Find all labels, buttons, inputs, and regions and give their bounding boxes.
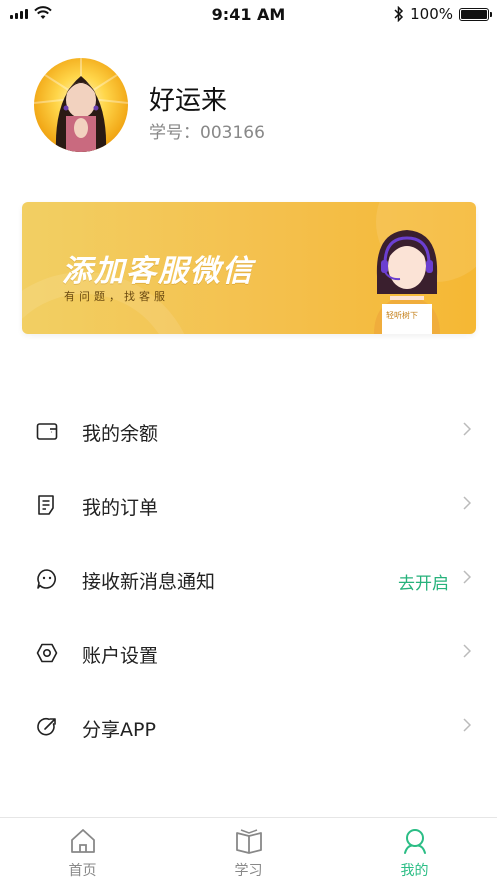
tab-study[interactable]: 学习 [166,818,331,884]
avatar-portrait [34,58,128,152]
settings-icon [36,642,58,664]
chevron-right-icon [463,718,471,732]
student-id: 学号：003166 [149,118,265,143]
student-id-value: 003166 [200,123,265,143]
menu-list: 我的余额 我的订单 接收新消息通知 去开启 账户设置 分享APP [0,394,497,764]
banner-sign-text: 轻听树下 [374,310,430,321]
banner-subtitle: 有问题，找客服 [64,288,169,304]
tab-home[interactable]: 首页 [0,818,165,884]
chevron-right-icon [463,496,471,510]
menu-label-notifications: 接收新消息通知 [82,567,215,594]
menu-item-notifications[interactable]: 接收新消息通知 去开启 [0,542,497,616]
tab-label-mine: 我的 [332,860,497,880]
enable-notifications-link[interactable]: 去开启 [398,569,449,594]
menu-label-balance: 我的余额 [82,419,158,446]
username: 好运来 [149,80,227,117]
status-bar: 9:41 AM 100% [0,0,497,30]
menu-item-account-settings[interactable]: 账户设置 [0,616,497,690]
menu-item-orders[interactable]: 我的订单 [0,468,497,542]
wallet-icon [36,420,58,442]
battery-percent: 100% [410,5,453,23]
bluetooth-icon [394,6,404,22]
user-icon [401,827,429,855]
tab-label-study: 学习 [166,860,331,880]
menu-label-account-settings: 账户设置 [82,641,158,668]
tab-bar: 首页 学习 我的 [0,817,497,884]
tab-mine[interactable]: 我的 [332,818,497,884]
share-icon [36,716,58,738]
home-icon [69,827,97,855]
chevron-right-icon [463,644,471,658]
banner-title: 添加客服微信 [62,246,254,290]
book-icon [235,827,263,855]
chevron-right-icon [463,422,471,436]
menu-label-share-app: 分享APP [82,715,156,742]
order-list-icon [36,494,58,516]
battery-icon [459,8,489,21]
student-id-label: 学号： [149,123,200,143]
menu-label-orders: 我的订单 [82,493,158,520]
menu-item-balance[interactable]: 我的余额 [0,394,497,468]
tab-label-home: 首页 [0,860,165,880]
customer-service-banner[interactable]: 添加客服微信 有问题，找客服 轻听树下 [22,202,476,334]
message-bubble-icon [36,568,58,590]
avatar[interactable] [34,58,128,152]
menu-item-share-app[interactable]: 分享APP [0,690,497,764]
chevron-right-icon [463,570,471,584]
